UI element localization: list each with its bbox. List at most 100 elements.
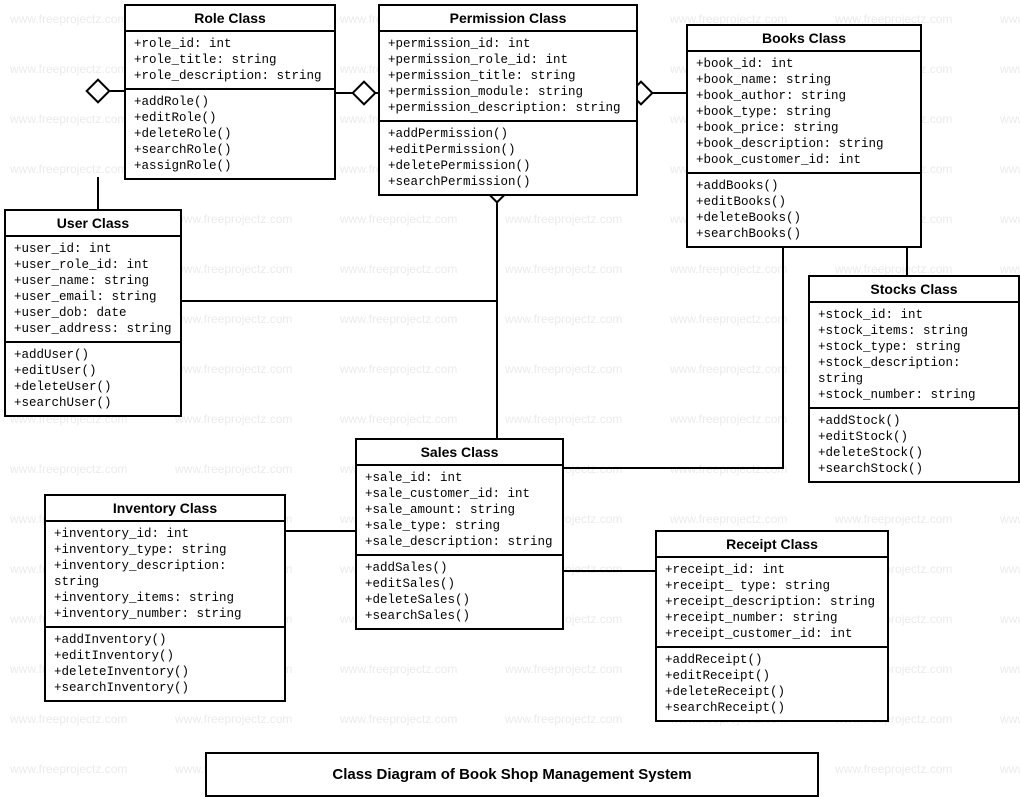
method: +editSales() <box>365 576 554 592</box>
watermark: www.freeprojectz.com <box>670 412 787 426</box>
watermark: www.freeprojectz.com <box>1000 712 1020 726</box>
connector <box>282 530 355 532</box>
watermark: www.freeprojectz.com <box>175 462 292 476</box>
attribute: +role_id: int <box>134 36 326 52</box>
watermark: www.freeprojectz.com <box>835 762 952 776</box>
method: +addBooks() <box>696 178 912 194</box>
attribute: +book_customer_id: int <box>696 152 912 168</box>
attribute: +permission_role_id: int <box>388 52 628 68</box>
attribute: +stock_type: string <box>818 339 1010 355</box>
watermark: www.freeprojectz.com <box>505 262 622 276</box>
method: +searchSales() <box>365 608 554 624</box>
watermark: www.freeprojectz.com <box>340 262 457 276</box>
watermark: www.freeprojectz.com <box>340 312 457 326</box>
class-title: Receipt Class <box>657 532 887 558</box>
class-title: Inventory Class <box>46 496 284 522</box>
watermark: www.freeprojectz.com <box>670 312 787 326</box>
sales-attrs: +sale_id: int+sale_customer_id: int+sale… <box>357 466 562 556</box>
watermark: www.freeprojectz.com <box>10 762 127 776</box>
attribute: +permission_id: int <box>388 36 628 52</box>
diamond-icon <box>85 78 110 103</box>
connector <box>782 239 784 469</box>
method: +addUser() <box>14 347 172 363</box>
watermark: www.freeprojectz.com <box>1000 262 1020 276</box>
connector <box>560 570 655 572</box>
method: +searchPermission() <box>388 174 628 190</box>
attribute: +stock_number: string <box>818 387 1010 403</box>
method: +addSales() <box>365 560 554 576</box>
books-methods: +addBooks()+editBooks()+deleteBooks()+se… <box>688 174 920 246</box>
attribute: +inventory_items: string <box>54 590 276 606</box>
watermark: www.freeprojectz.com <box>1000 512 1020 526</box>
attribute: +book_price: string <box>696 120 912 136</box>
attribute: +user_address: string <box>14 321 172 337</box>
attribute: +receipt_description: string <box>665 594 879 610</box>
attribute: +receipt_id: int <box>665 562 879 578</box>
watermark: www.freeprojectz.com <box>835 512 952 526</box>
receipt-methods: +addReceipt()+editReceipt()+deleteReceip… <box>657 648 887 720</box>
method: +searchBooks() <box>696 226 912 242</box>
watermark: www.freeprojectz.com <box>505 212 622 226</box>
permission-methods: +addPermission()+editPermission()+delete… <box>380 122 636 194</box>
watermark: www.freeprojectz.com <box>1000 12 1020 26</box>
class-title: Permission Class <box>380 6 636 32</box>
watermark: www.freeprojectz.com <box>10 712 127 726</box>
method: +deleteUser() <box>14 379 172 395</box>
watermark: www.freeprojectz.com <box>175 212 292 226</box>
attribute: +book_author: string <box>696 88 912 104</box>
attribute: +user_role_id: int <box>14 257 172 273</box>
attribute: +sale_amount: string <box>365 502 554 518</box>
watermark: www.freeprojectz.com <box>505 662 622 676</box>
method: +searchStock() <box>818 461 1010 477</box>
method: +deleteBooks() <box>696 210 912 226</box>
user-attrs: +user_id: int+user_role_id: int+user_nam… <box>6 237 180 343</box>
attribute: +book_id: int <box>696 56 912 72</box>
attribute: +inventory_id: int <box>54 526 276 542</box>
attribute: +receipt_number: string <box>665 610 879 626</box>
attribute: +user_id: int <box>14 241 172 257</box>
method: +assignRole() <box>134 158 326 174</box>
user-class: User Class +user_id: int+user_role_id: i… <box>4 209 182 417</box>
attribute: +receipt_ type: string <box>665 578 879 594</box>
attribute: +user_name: string <box>14 273 172 289</box>
method: +addRole() <box>134 94 326 110</box>
watermark: www.freeprojectz.com <box>1000 162 1020 176</box>
watermark: www.freeprojectz.com <box>10 12 127 26</box>
inventory-attrs: +inventory_id: int+inventory_type: strin… <box>46 522 284 628</box>
attribute: +sale_customer_id: int <box>365 486 554 502</box>
attribute: +book_description: string <box>696 136 912 152</box>
connector <box>560 467 784 469</box>
connector <box>496 300 498 440</box>
watermark: www.freeprojectz.com <box>1000 62 1020 76</box>
stocks-attrs: +stock_id: int+stock_items: string+stock… <box>810 303 1018 409</box>
watermark: www.freeprojectz.com <box>505 312 622 326</box>
watermark: www.freeprojectz.com <box>175 712 292 726</box>
attribute: +stock_id: int <box>818 307 1010 323</box>
receipt-attrs: +receipt_id: int+receipt_ type: string+r… <box>657 558 887 648</box>
watermark: www.freeprojectz.com <box>175 362 292 376</box>
watermark: www.freeprojectz.com <box>340 412 457 426</box>
method: +editStock() <box>818 429 1010 445</box>
attribute: +sale_description: string <box>365 534 554 550</box>
method: +searchUser() <box>14 395 172 411</box>
attribute: +book_name: string <box>696 72 912 88</box>
watermark: www.freeprojectz.com <box>1000 562 1020 576</box>
class-title: Role Class <box>126 6 334 32</box>
inventory-class: Inventory Class +inventory_id: int+inven… <box>44 494 286 702</box>
attribute: +permission_description: string <box>388 100 628 116</box>
method: +editPermission() <box>388 142 628 158</box>
attribute: +sale_id: int <box>365 470 554 486</box>
method: +addStock() <box>818 413 1010 429</box>
watermark: www.freeprojectz.com <box>670 462 787 476</box>
watermark: www.freeprojectz.com <box>175 312 292 326</box>
attribute: +user_email: string <box>14 289 172 305</box>
watermark: www.freeprojectz.com <box>505 362 622 376</box>
method: +searchRole() <box>134 142 326 158</box>
method: +deleteInventory() <box>54 664 276 680</box>
books-attrs: +book_id: int+book_name: string+book_aut… <box>688 52 920 174</box>
watermark: www.freeprojectz.com <box>10 462 127 476</box>
role-class: Role Class +role_id: int+role_title: str… <box>124 4 336 180</box>
attribute: +inventory_type: string <box>54 542 276 558</box>
watermark: www.freeprojectz.com <box>1000 212 1020 226</box>
method: +deleteStock() <box>818 445 1010 461</box>
